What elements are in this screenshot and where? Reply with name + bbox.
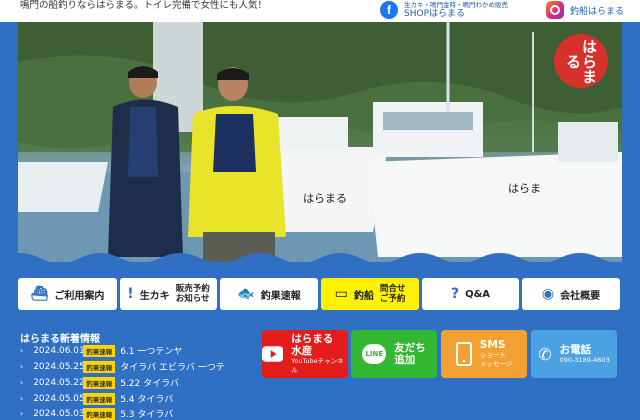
phone-icon: ✆ <box>538 344 552 364</box>
monitor-icon: ▭ <box>334 286 348 302</box>
news-item[interactable]: › 2024.05.25 釣果速報 タイラバ エビラバ 一つテ <box>20 360 225 373</box>
svg-text:はらまる: はらまる <box>303 192 347 205</box>
nav-reservation-main: 釣船 <box>353 290 374 302</box>
news-item[interactable]: › 2024.05.03 釣果速報 5.3 タイラバ <box>20 407 173 420</box>
nav-catch-report[interactable]: 🐟 釣果速報 <box>220 278 318 310</box>
youtube-button[interactable]: はらまる 水産 YouTubeチャンネル <box>262 330 348 378</box>
news-item[interactable]: › 2024.05.05 釣果速報 5.4 タイラバ <box>20 392 173 405</box>
hero-image: はらまる はらま はらまる <box>18 22 622 262</box>
nav-oyster[interactable]: ! 生カキ 販売予約 お知らせ <box>120 278 217 310</box>
news-item[interactable]: › 2024.06.01 釣果速報 6.1 一つテンヤ <box>20 344 182 357</box>
news-badge: 釣果速報 <box>83 392 116 405</box>
nav-catch-label: 釣果速報 <box>260 290 301 302</box>
phone-title: お電話 <box>559 343 592 356</box>
youtube-sub: YouTubeチャンネル <box>291 357 344 374</box>
phone-number: 090-3189-4603 <box>559 355 610 364</box>
hero-photo-illustration: はらまる はらま <box>18 22 622 262</box>
info-icon: ! <box>127 286 134 302</box>
nav-qa-label: Q&A <box>465 288 491 300</box>
nav-qa[interactable]: ? Q&A <box>422 278 519 310</box>
nav-guide[interactable]: ⛴ ご利用案内 <box>18 278 117 310</box>
chevron-right-icon: › <box>20 409 24 418</box>
sms-title: SMS <box>479 339 506 351</box>
chevron-right-icon: › <box>20 394 24 403</box>
shop-label: SHOPはらまる <box>404 8 465 19</box>
news-item[interactable]: › 2024.05.22 釣果速報 5.22 タイラバ <box>20 376 179 389</box>
sms-sub2: メッセージ <box>479 360 513 368</box>
smartphone-icon <box>455 342 472 366</box>
facebook-icon: f <box>380 1 398 19</box>
news-date: 2024.06.01 <box>33 345 85 356</box>
news-text: 6.1 一つテンヤ <box>120 347 183 357</box>
news-badge: 釣果速報 <box>83 407 116 420</box>
sms-sub1: ショート <box>479 351 506 359</box>
shop-link[interactable]: f 生カキ・鳴門金時・鳴門わかめ販売 SHOPはらまる <box>380 0 508 20</box>
news-date: 2024.05.03 <box>33 408 85 419</box>
question-icon: ? <box>450 286 460 302</box>
news-date: 2024.05.22 <box>33 377 85 388</box>
news-date: 2024.05.05 <box>33 393 85 404</box>
line-line1: 友だち <box>394 342 426 354</box>
site-logo[interactable]: はらまる <box>554 34 608 88</box>
svg-text:はらま: はらま <box>508 182 541 195</box>
news-text: タイラバ エビラバ 一つテ <box>120 363 225 373</box>
line-add-friend-button[interactable]: LINE 友だち 追加 <box>351 330 437 378</box>
nav-reservation-line1: 問合せ <box>379 284 406 294</box>
sms-button[interactable]: SMS ショート メッセージ <box>441 330 527 378</box>
instagram-label: 釣船はらまる <box>570 6 625 17</box>
nav-company[interactable]: ◉ 会社概要 <box>522 278 620 310</box>
news-text: 5.4 タイラバ <box>120 395 174 405</box>
nav-oyster-main: 生カキ <box>139 290 170 302</box>
news-badge: 釣果速報 <box>83 376 116 389</box>
news-badge: 釣果速報 <box>83 344 116 357</box>
news-text: 5.22 タイラバ <box>120 379 180 389</box>
news-badge: 釣果速報 <box>83 360 116 373</box>
wave-divider <box>0 253 640 278</box>
top-bar: 鳴門の船釣りならはらまる。トイレ完備で女性にも人気！ f 生カキ・鳴門金時・鳴門… <box>0 0 640 22</box>
youtube-line1: はらまる <box>291 333 334 345</box>
phone-button[interactable]: ✆ お電話 090-3189-4603 <box>531 330 617 378</box>
chevron-right-icon: › <box>20 362 24 371</box>
news-title: はらまる新着情報 <box>20 334 100 345</box>
chevron-right-icon: › <box>20 378 24 387</box>
fish-icon: 🐟 <box>237 286 255 302</box>
line-line2: 追加 <box>394 354 416 366</box>
site-tagline: 鳴門の船釣りならはらまる。トイレ完備で女性にも人気！ <box>20 0 268 11</box>
globe-icon: ◉ <box>541 286 555 302</box>
instagram-link[interactable]: 釣船はらまる <box>546 0 624 20</box>
news-text: 5.3 タイラバ <box>120 410 174 420</box>
line-icon: LINE <box>362 344 387 364</box>
instagram-icon <box>546 1 564 19</box>
boat-icon: ⛴ <box>30 286 49 302</box>
nav-guide-label: ご利用案内 <box>54 290 105 302</box>
nav-oyster-line1: 販売予約 <box>175 284 210 294</box>
youtube-icon <box>262 346 284 362</box>
chevron-right-icon: › <box>20 346 24 355</box>
news-date: 2024.05.25 <box>33 361 85 372</box>
nav-reservation-line2: ご予約 <box>379 294 406 304</box>
nav-oyster-line2: お知らせ <box>175 294 210 304</box>
nav-company-label: 会社概要 <box>560 290 601 302</box>
youtube-line2: 水産 <box>291 345 313 357</box>
nav-reservation[interactable]: ▭ 釣船 問合せ ご予約 <box>321 278 419 310</box>
shop-sub-label: 生カキ・鳴門金時・鳴門わかめ販売 <box>404 0 508 9</box>
